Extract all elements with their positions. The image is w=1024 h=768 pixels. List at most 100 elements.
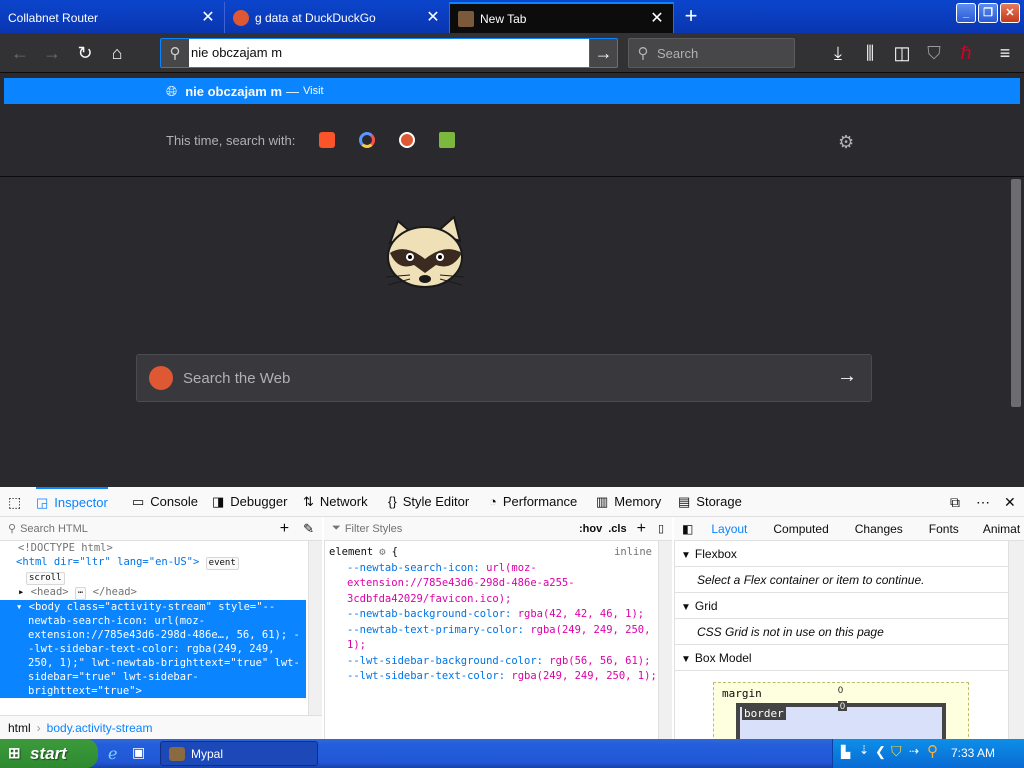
tab-changes[interactable]: Changes xyxy=(855,522,903,536)
margin-value[interactable]: 0 xyxy=(838,685,843,695)
cls-toggle[interactable]: .cls xyxy=(608,523,626,535)
gear-icon[interactable]: ⚙ xyxy=(379,545,385,561)
sidebar-button[interactable]: ◫ xyxy=(890,41,914,65)
show-desktop-icon[interactable]: ▣ xyxy=(132,744,145,761)
markup-view[interactable]: <!DOCTYPE html> <html dir="ltr" lang="en… xyxy=(0,541,306,715)
close-tab-icon[interactable]: ✕ xyxy=(200,9,216,26)
head-node[interactable]: ▸ <head> ⋯ </head> xyxy=(0,585,306,600)
suggestion-row[interactable]: 🌐︎ nie obczajam m — Visit xyxy=(4,78,1020,104)
declaration[interactable]: --lwt-sidebar-background-color: rgb(56, … xyxy=(325,654,658,670)
brave-icon[interactable] xyxy=(319,132,336,148)
tab-debugger[interactable]: ◨ Debugger xyxy=(212,487,287,517)
add-node-icon[interactable]: + xyxy=(280,520,289,538)
start-button[interactable]: ⊞ start xyxy=(0,739,98,768)
tab-animations[interactable]: Animat xyxy=(983,522,1020,536)
close-devtools-icon[interactable]: ✕ xyxy=(1004,487,1016,517)
tab-storage[interactable]: ▤ Storage xyxy=(678,487,742,517)
expand-arrow-icon[interactable]: ▸ xyxy=(18,586,24,598)
declaration[interactable]: --newtab-background-color: rgba(42, 42, … xyxy=(325,607,658,623)
qwant-icon[interactable] xyxy=(359,132,376,148)
collapse-arrow-icon[interactable]: ▾ xyxy=(16,601,22,613)
close-tab-icon[interactable]: ✕ xyxy=(425,9,441,26)
layout-scrollbar[interactable] xyxy=(1008,541,1024,739)
more-options-icon[interactable]: ⋯ xyxy=(976,487,990,517)
extension-icon[interactable]: ℏ xyxy=(954,41,978,65)
network-tray-icon[interactable]: ▙ xyxy=(841,745,850,759)
duckduckgo-icon[interactable] xyxy=(399,132,416,148)
wifi-tray-icon[interactable]: ⇣ xyxy=(859,743,869,757)
ie-icon[interactable]: ℯ xyxy=(108,744,117,764)
print-media-icon[interactable]: ▯ xyxy=(658,522,664,535)
url-input[interactable]: nie obczajam m xyxy=(189,39,589,67)
hov-toggle[interactable]: :hov xyxy=(579,523,602,535)
add-rule-icon[interactable]: + xyxy=(637,520,646,538)
tab-network[interactable]: ⇅ Network xyxy=(303,487,368,517)
new-tab-button[interactable]: + xyxy=(676,3,706,31)
element-picker-icon[interactable]: ⬚ xyxy=(8,487,21,517)
filter-styles-input[interactable]: Filter Styles xyxy=(345,523,579,535)
restore-button[interactable]: ❐ xyxy=(978,3,998,23)
grid-header[interactable]: ▼ Grid xyxy=(675,593,1008,619)
speaker-tray-icon[interactable]: ⇢ xyxy=(909,744,919,758)
breadcrumb-html[interactable]: html xyxy=(8,721,31,735)
clock[interactable]: 7:33 AM xyxy=(951,746,995,760)
declaration[interactable]: --newtab-text-primary-color: rgba(249, 2… xyxy=(325,623,658,654)
event-badge[interactable]: event xyxy=(205,557,239,570)
menu-button[interactable]: ≡ xyxy=(993,41,1017,65)
search-settings-gear-icon[interactable]: ⚙ xyxy=(838,132,854,153)
tab-duckduckgo[interactable]: g data at DuckDuckGo ✕ xyxy=(225,2,450,33)
eyedropper-icon[interactable]: ✎ xyxy=(303,521,314,537)
tab-console[interactable]: ▭ Console xyxy=(132,487,198,517)
back-arrow-tray-icon[interactable]: ❮ xyxy=(875,744,886,760)
downloads-button[interactable]: ⤓ xyxy=(826,41,850,65)
boxmodel-header[interactable]: ▼ Box Model xyxy=(675,645,1008,671)
back-button[interactable]: ← xyxy=(8,41,32,65)
forward-button[interactable]: → xyxy=(40,41,64,65)
rules-scrollbar[interactable] xyxy=(658,541,672,739)
tab-style-editor[interactable]: {} Style Editor xyxy=(388,487,469,517)
box-model-margin[interactable]: margin 0 border 0 xyxy=(713,682,969,739)
reload-button[interactable]: ↻ xyxy=(73,41,97,65)
doctype-node[interactable]: <!DOCTYPE html> xyxy=(0,541,306,555)
declaration[interactable]: --lwt-sidebar-text-color: rgba(249, 249,… xyxy=(325,669,658,685)
scroll-badge[interactable]: scroll xyxy=(26,572,65,585)
close-tab-icon[interactable]: ✕ xyxy=(649,10,665,27)
taskbar-item-mypal[interactable]: Mypal xyxy=(160,741,318,766)
minimize-button[interactable]: _ xyxy=(956,3,976,23)
page-scrollbar[interactable] xyxy=(1008,177,1024,487)
rules-view[interactable]: element ⚙ { inline --newtab-search-icon:… xyxy=(324,541,658,739)
declaration[interactable]: --newtab-search-icon: url(moz-extension:… xyxy=(325,561,658,608)
home-button[interactable]: ⌂ xyxy=(105,41,129,65)
tab-inspector[interactable]: ◲ Inspector xyxy=(36,487,108,517)
tab-computed[interactable]: Computed xyxy=(773,522,828,536)
search-submit-arrow-icon[interactable]: → xyxy=(837,365,857,388)
web-search-box[interactable]: Search the Web → xyxy=(136,354,872,402)
box-model-border[interactable]: border 0 xyxy=(736,701,946,739)
breadcrumb-body[interactable]: body.activity-stream xyxy=(47,721,153,735)
search-bar[interactable]: ⚲ Search xyxy=(628,38,795,68)
tab-new-tab[interactable]: New Tab ✕ xyxy=(450,2,674,33)
body-node-selected[interactable]: ▾ <body class="activity-stream" style="-… xyxy=(0,600,306,698)
border-value[interactable]: 0 xyxy=(838,701,848,711)
markup-scrollbar[interactable] xyxy=(308,541,322,715)
search-html-input[interactable]: Search HTML xyxy=(20,523,280,535)
library-button[interactable]: ⫼ xyxy=(858,41,882,65)
mojeek-icon[interactable] xyxy=(439,132,456,148)
rule-source[interactable]: inline xyxy=(614,545,652,561)
ublock-icon[interactable]: ⛉ xyxy=(922,41,946,65)
close-window-button[interactable]: ✕ xyxy=(1000,3,1020,23)
search-tray-icon[interactable]: ⚲ xyxy=(927,742,938,760)
go-button[interactable]: → xyxy=(589,39,617,67)
tab-performance[interactable]: ◔ Performance xyxy=(489,487,577,517)
tab-collabnet[interactable]: Collabnet Router ✕ xyxy=(0,2,225,33)
scrollbar-thumb[interactable] xyxy=(1011,179,1021,407)
collapsed-ellipsis-icon[interactable]: ⋯ xyxy=(74,587,87,600)
tab-fonts[interactable]: Fonts xyxy=(929,522,959,536)
flexbox-header[interactable]: ▼ Flexbox xyxy=(675,541,1008,567)
html-node[interactable]: <html dir="ltr" lang="en-US"> event xyxy=(0,555,306,570)
tab-layout[interactable]: Layout xyxy=(711,522,747,536)
dock-toggle-icon[interactable]: ⧉ xyxy=(950,487,960,517)
shield-tray-icon[interactable]: ⛉ xyxy=(891,743,902,760)
tab-memory[interactable]: ▥ Memory xyxy=(596,487,661,517)
toggle-pane-icon[interactable]: ◧ xyxy=(682,522,693,536)
